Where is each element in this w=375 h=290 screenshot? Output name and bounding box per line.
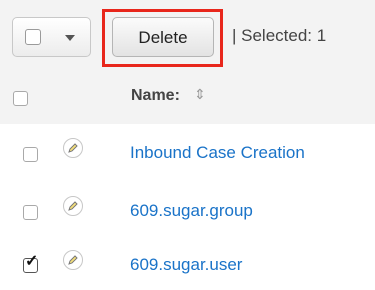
- pencil-icon[interactable]: [63, 250, 83, 270]
- chevron-down-icon[interactable]: [65, 35, 75, 41]
- row-name-link[interactable]: Inbound Case Creation: [130, 143, 305, 163]
- mass-select-dropdown[interactable]: [12, 17, 91, 57]
- table-row: 609.sugar.group: [0, 182, 375, 241]
- header-checkbox[interactable]: [13, 91, 28, 106]
- row-checkbox[interactable]: [23, 205, 38, 220]
- row-checkbox-checked[interactable]: ✓: [23, 254, 38, 273]
- table-row: ✓ 609.sugar.user: [0, 240, 375, 290]
- delete-button[interactable]: Delete: [112, 17, 214, 57]
- row-checkbox[interactable]: [23, 147, 38, 162]
- name-column-header[interactable]: Name:: [131, 87, 180, 105]
- pencil-icon[interactable]: [63, 196, 83, 216]
- row-name-link[interactable]: 609.sugar.user: [130, 255, 242, 275]
- row-name-link[interactable]: 609.sugar.group: [130, 201, 253, 221]
- pencil-icon[interactable]: [63, 138, 83, 158]
- table-row: Inbound Case Creation: [0, 124, 375, 183]
- checkmark-icon: ✓: [25, 253, 39, 270]
- sort-arrows-icon[interactable]: ⇕: [194, 86, 206, 103]
- table-header: Name: ⇕: [0, 72, 375, 125]
- select-all-checkbox[interactable]: [25, 29, 41, 45]
- selected-count-label: | Selected: 1: [232, 26, 327, 45]
